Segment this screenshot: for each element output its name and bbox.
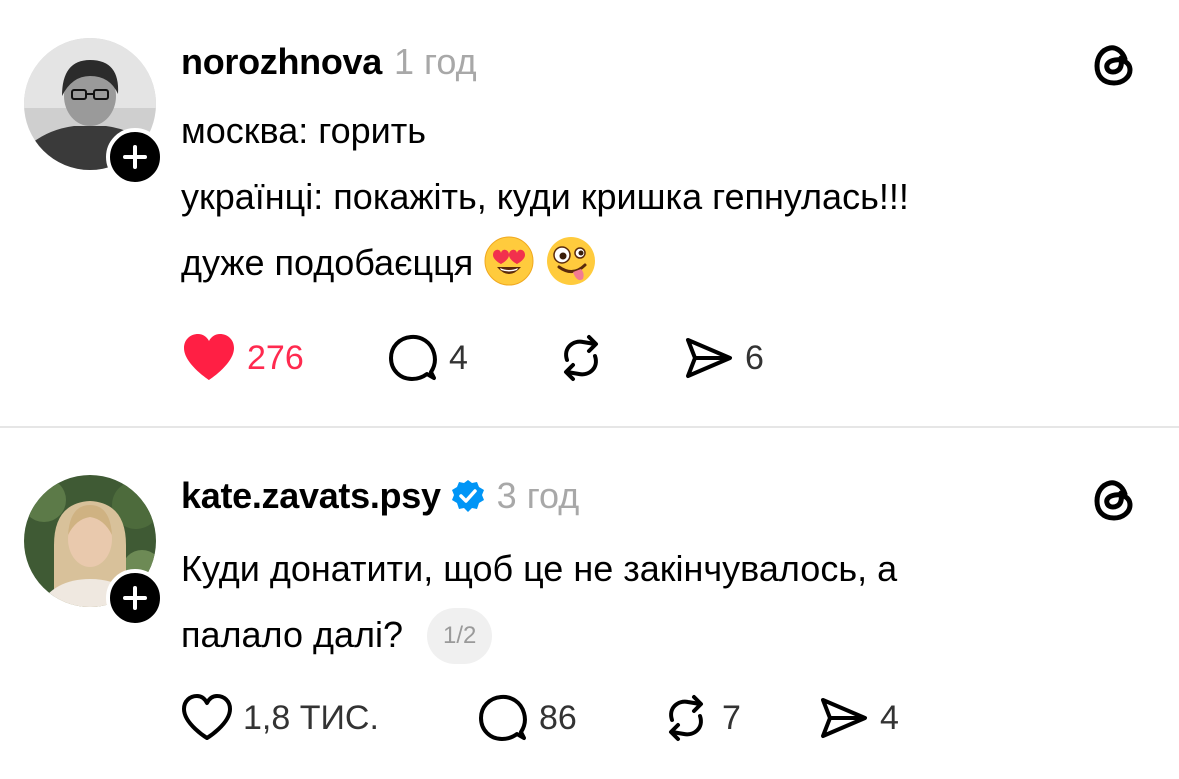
reply-count: 86	[539, 698, 577, 737]
heart-eyes-emoji-icon	[483, 235, 535, 287]
verified-badge-icon	[451, 479, 485, 513]
follow-button[interactable]	[106, 569, 164, 627]
page-indicator: 1/2	[427, 608, 493, 664]
post-header: norozhnova 1 год	[181, 38, 477, 86]
post-text-line: дуже подобаєцця	[181, 230, 909, 296]
repost-button[interactable]	[555, 330, 683, 386]
reply-button[interactable]: 86	[477, 690, 660, 746]
username[interactable]: kate.zavats.psy	[181, 475, 441, 517]
post-header: kate.zavats.psy 3 год	[181, 472, 579, 520]
action-bar: 1,8 ТИС. 86 7 4	[181, 690, 899, 746]
repost-button[interactable]: 7	[660, 690, 818, 746]
post-card[interactable]: norozhnova 1 год москва: горить українці…	[0, 0, 1179, 427]
follow-button[interactable]	[106, 128, 164, 186]
post-text-line-content: палало далі?	[181, 614, 404, 655]
like-count: 1,8 ТИС.	[243, 698, 379, 737]
post-text-line: Куди донатити, щоб це не закінчувалось, …	[181, 548, 898, 589]
action-bar: 276 4 6	[181, 330, 764, 386]
username[interactable]: norozhnova	[181, 41, 382, 83]
threads-logo-icon[interactable]	[1090, 475, 1140, 525]
timestamp: 3 год	[496, 475, 580, 516]
post-text: москва: горить українці: покажіть, куди …	[181, 98, 909, 296]
post-text-line: українці: покажіть, куди кришка гепнулас…	[181, 176, 909, 217]
zany-face-emoji-icon	[545, 235, 597, 287]
share-button[interactable]: 6	[683, 330, 764, 386]
send-icon	[821, 698, 867, 738]
reply-icon	[389, 334, 437, 381]
threads-logo-icon[interactable]	[1090, 40, 1140, 90]
post-text-line-content: дуже подобаєцця	[181, 242, 474, 283]
share-count: 6	[745, 338, 764, 377]
post-text-line: палало далі? 1/2	[181, 602, 897, 668]
timestamp: 1 год	[394, 41, 477, 82]
repost-icon	[564, 335, 598, 381]
like-button[interactable]: 276	[181, 330, 387, 386]
like-count: 276	[247, 338, 304, 377]
post-card[interactable]: kate.zavats.psy 3 год Куди донатити, щоб…	[0, 428, 1179, 779]
reply-icon	[479, 694, 527, 741]
share-count: 4	[880, 698, 899, 737]
share-button[interactable]: 4	[818, 690, 899, 746]
repost-count: 7	[722, 698, 741, 737]
like-button[interactable]: 1,8 ТИС.	[181, 690, 477, 746]
reply-count: 4	[449, 338, 468, 377]
heart-icon	[184, 334, 234, 380]
heart-outline-icon	[182, 694, 232, 740]
send-icon	[686, 338, 732, 378]
post-text-line: москва: горить	[181, 110, 427, 151]
reply-button[interactable]: 4	[387, 330, 555, 386]
repost-icon	[669, 695, 703, 741]
post-text: Куди донатити, щоб це не закінчувалось, …	[181, 536, 897, 668]
